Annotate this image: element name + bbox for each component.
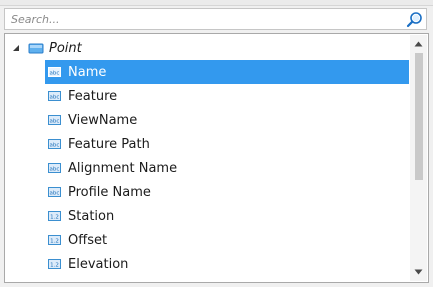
folder-icon	[28, 43, 44, 54]
scrollbar-thumb[interactable]	[415, 53, 423, 180]
numeric-field-icon: 1.2	[48, 211, 61, 221]
search-button[interactable]	[405, 10, 423, 28]
search-input[interactable]	[11, 11, 391, 27]
svg-text:abc: abc	[50, 119, 60, 125]
expanded-triangle-icon	[13, 45, 19, 51]
scroll-up-button[interactable]	[410, 37, 427, 51]
text-field-icon: abc	[48, 187, 61, 197]
svg-text:abc: abc	[50, 191, 60, 197]
tree-item-name[interactable]: abc Name	[45, 60, 409, 84]
tree-item-station[interactable]: 1.2 Station	[45, 204, 409, 228]
svg-text:abc: abc	[50, 143, 60, 149]
scroll-down-button[interactable]	[410, 265, 427, 279]
scroll-down-arrow-icon	[414, 269, 423, 275]
svg-text:abc: abc	[50, 95, 60, 101]
tree-item-label: ViewName	[68, 112, 138, 128]
tree-item-profile-name[interactable]: abc Profile Name	[45, 180, 409, 204]
text-field-icon: abc	[48, 115, 61, 125]
tree-item-label: Feature Path	[68, 136, 150, 152]
tree-item-label: Alignment Name	[68, 160, 178, 176]
tree-item-alignment-name[interactable]: abc Alignment Name	[45, 156, 409, 180]
text-field-icon: abc	[48, 91, 61, 101]
tree-item-elevation[interactable]: 1.2 Elevation	[45, 252, 409, 276]
tree-item-label: Elevation	[68, 256, 129, 272]
tree-item-label: Offset	[68, 232, 108, 248]
svg-text:1.2: 1.2	[50, 215, 59, 221]
tree-node-point[interactable]: Point	[11, 36, 82, 60]
tree-item-feature[interactable]: abc Feature	[45, 84, 409, 108]
search-icon	[406, 11, 422, 27]
text-field-icon: abc	[48, 67, 61, 77]
collapse-toggle[interactable]	[11, 43, 21, 53]
numeric-field-icon: 1.2	[48, 235, 61, 245]
top-strip	[0, 0, 433, 6]
tree-node-label: Point	[49, 40, 82, 56]
tree-item-label: Feature	[68, 88, 118, 104]
scroll-up-arrow-icon	[414, 41, 423, 47]
tree-item-offset[interactable]: 1.2 Offset	[45, 228, 409, 252]
svg-text:abc: abc	[50, 71, 60, 77]
search-box	[4, 8, 427, 30]
text-field-icon: abc	[48, 163, 61, 173]
text-field-icon: abc	[48, 139, 61, 149]
vertical-scrollbar[interactable]	[410, 35, 427, 281]
field-tree: Point abc Name abc Feature abc ViewName …	[4, 33, 429, 283]
svg-text:abc: abc	[50, 167, 60, 173]
tree-item-feature-path[interactable]: abc Feature Path	[45, 132, 409, 156]
tree-item-label: Profile Name	[68, 184, 151, 200]
tree-item-label: Name	[68, 64, 107, 80]
svg-text:1.2: 1.2	[50, 239, 59, 245]
tree-item-viewname[interactable]: abc ViewName	[45, 108, 409, 132]
tree-item-label: Station	[68, 208, 115, 224]
svg-text:1.2: 1.2	[50, 263, 59, 269]
numeric-field-icon: 1.2	[48, 259, 61, 269]
